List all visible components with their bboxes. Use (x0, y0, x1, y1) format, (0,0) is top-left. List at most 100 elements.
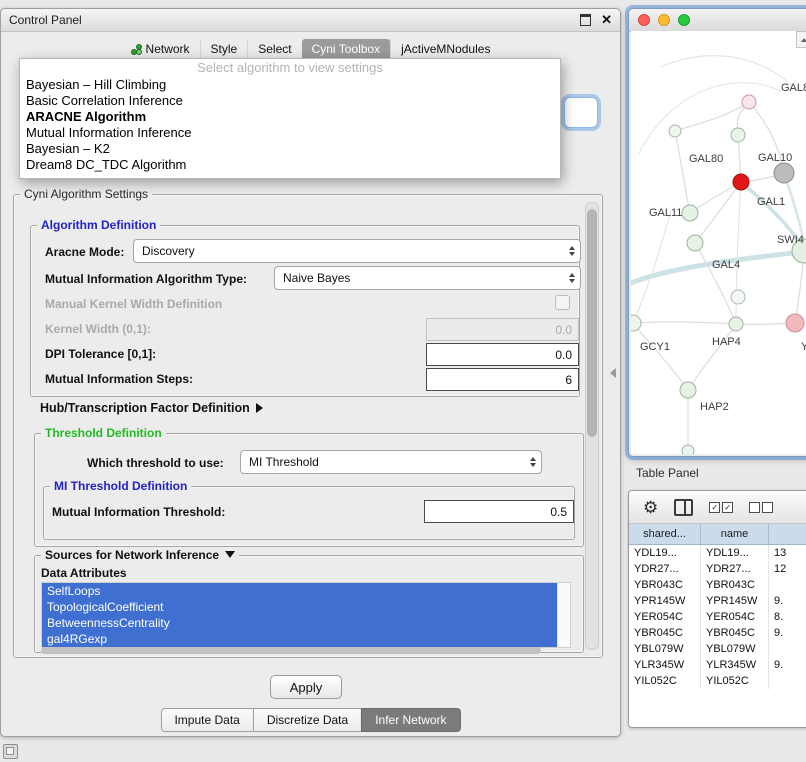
table-row[interactable]: YIL052CYIL052C (629, 673, 806, 689)
network-edge[interactable] (688, 324, 736, 390)
mi-type-combo[interactable]: Naive Bayes (274, 266, 581, 290)
network-node[interactable] (729, 317, 743, 331)
refresh-algorithms-button[interactable] (564, 97, 598, 128)
bottom-tab-impute-data[interactable]: Impute Data (160, 708, 253, 732)
table-cell: YDR27... (701, 561, 769, 577)
minimize-traffic-light[interactable] (658, 14, 670, 26)
list-scrollbar[interactable] (557, 583, 570, 647)
attribute-item[interactable]: BetweennessCentrality (42, 615, 557, 631)
tab-network[interactable]: Network (121, 39, 200, 60)
close-icon[interactable]: ✕ (601, 12, 612, 28)
table-cell: YER054C (629, 609, 701, 625)
algorithm-option[interactable]: Bayesian – K2 (20, 141, 560, 157)
gear-icon[interactable]: ⚙ (643, 499, 658, 516)
float-window-icon[interactable] (580, 14, 591, 26)
network-edge[interactable] (675, 131, 690, 213)
columns-icon[interactable] (674, 499, 693, 516)
bottom-tab-infer-network[interactable]: Infer Network (361, 708, 460, 732)
bottom-tab-discretize-data[interactable]: Discretize Data (253, 708, 362, 732)
table-row[interactable]: YDL19...YDL19...13 (629, 545, 806, 561)
network-node[interactable] (669, 125, 681, 137)
attribute-item[interactable]: gal4RGexp (42, 631, 557, 647)
horizontal-scrollbar[interactable] (41, 647, 541, 654)
select-none-icon[interactable] (749, 502, 773, 513)
table-row[interactable]: YBL079WYBL079W (629, 641, 806, 657)
tab-select[interactable]: Select (247, 39, 301, 60)
mi-threshold-field[interactable]: 0.5 (424, 500, 574, 523)
column-header[interactable] (769, 524, 806, 544)
table-row[interactable]: YBR045CYBR045C9. (629, 625, 806, 641)
table-row[interactable]: YLR345WYLR345W9. (629, 657, 806, 673)
scroll-up-icon[interactable] (796, 31, 806, 48)
manual-kernel-checkbox[interactable] (555, 295, 570, 310)
panel-restore-icon[interactable] (3, 744, 18, 759)
checked-box-icon: ✓ (722, 502, 733, 513)
aracne-mode-combo[interactable]: Discovery (133, 239, 581, 263)
node-label: GCY1 (640, 341, 670, 353)
network-node[interactable] (687, 235, 703, 251)
table-row[interactable]: YDR27...YDR27...12 (629, 561, 806, 577)
table-cell: YPR145W (701, 593, 769, 609)
control-panel-titlebar[interactable]: Control Panel ✕ (1, 9, 620, 32)
table-cell: YLR345W (629, 657, 701, 673)
network-node[interactable] (731, 128, 745, 142)
network-edge[interactable] (633, 322, 736, 324)
network-node[interactable] (682, 445, 694, 454)
mi-type-value: Naive Bayes (283, 271, 350, 285)
network-node[interactable] (731, 290, 745, 304)
splitter-handle[interactable] (610, 368, 616, 378)
network-edge[interactable] (695, 182, 741, 243)
table-row[interactable]: YBR043CYBR043C (629, 577, 806, 593)
table-row[interactable]: YER054CYER054C8. (629, 609, 806, 625)
node-label: GAL80 (689, 153, 723, 165)
algorithm-option[interactable]: Dream8 DC_TDC Algorithm (20, 157, 560, 173)
table-panel-label: Table Panel (636, 466, 699, 480)
tab-jactivemnodules[interactable]: jActiveMNodules (390, 39, 500, 60)
expanded-triangle-icon (225, 551, 235, 558)
network-edge[interactable] (695, 243, 736, 324)
column-header[interactable]: shared... (629, 524, 701, 544)
network-edge[interactable] (639, 83, 781, 153)
zoom-traffic-light[interactable] (678, 14, 690, 26)
sources-toggle[interactable]: Sources for Network Inference (41, 548, 239, 562)
tab-cyni-toolbox[interactable]: Cyni Toolbox (302, 39, 390, 60)
apply-button[interactable]: Apply (270, 675, 342, 699)
network-edge[interactable] (661, 56, 793, 87)
attribute-item[interactable]: SelfLoops (42, 583, 557, 599)
table-row[interactable]: YPR145WYPR145W9. (629, 593, 806, 609)
settings-scrollbar[interactable] (585, 202, 599, 650)
close-traffic-light[interactable] (638, 14, 650, 26)
which-threshold-value: MI Threshold (249, 455, 319, 469)
sources-title: Sources for Network Inference (45, 548, 219, 562)
network-edge[interactable] (633, 323, 688, 390)
network-node[interactable] (682, 205, 698, 221)
hub-definition-toggle[interactable]: Hub/Transcription Factor Definition (40, 401, 263, 415)
algorithm-option[interactable]: Basic Correlation Inference (20, 93, 560, 109)
select-all-icon[interactable]: ✓ ✓ (709, 502, 733, 513)
data-attributes-list[interactable]: SelfLoopsTopologicalCoefficientBetweenne… (41, 582, 571, 648)
settings-scrollbar-thumb[interactable] (587, 209, 597, 437)
network-edge[interactable] (633, 211, 671, 323)
dpi-tolerance-field[interactable]: 0.0 (426, 343, 579, 366)
table-body: YDL19...YDL19...13YDR27...YDR27...12YBR0… (629, 545, 806, 689)
network-canvas[interactable]: GAL8GAL80GAL10GAL11GAL1SWI4GAL4GCY1HAP4H… (631, 31, 806, 454)
table-cell: 9. (769, 625, 806, 641)
algorithm-option[interactable]: Bayesian – Hill Climbing (20, 77, 560, 93)
algorithm-option[interactable]: Mutual Information Inference (20, 125, 560, 141)
tab-style[interactable]: Style (200, 39, 248, 60)
network-window-titlebar[interactable] (629, 9, 806, 32)
network-node[interactable] (742, 95, 756, 109)
mi-steps-field[interactable]: 6 (426, 368, 579, 391)
network-node[interactable] (631, 315, 641, 331)
attribute-item[interactable]: TopologicalCoefficient (42, 599, 557, 615)
which-threshold-combo[interactable]: MI Threshold (240, 450, 542, 474)
network-edge[interactable] (690, 182, 741, 213)
network-node[interactable] (774, 163, 794, 183)
network-node[interactable] (786, 314, 804, 332)
dpi-tolerance-label: DPI Tolerance [0,1]: (45, 347, 156, 361)
column-header[interactable]: name (701, 524, 769, 544)
table-cell: YPR145W (629, 593, 701, 609)
algorithm-option[interactable]: ARACNE Algorithm (20, 109, 560, 125)
network-node[interactable] (733, 174, 749, 190)
network-node[interactable] (680, 382, 696, 398)
